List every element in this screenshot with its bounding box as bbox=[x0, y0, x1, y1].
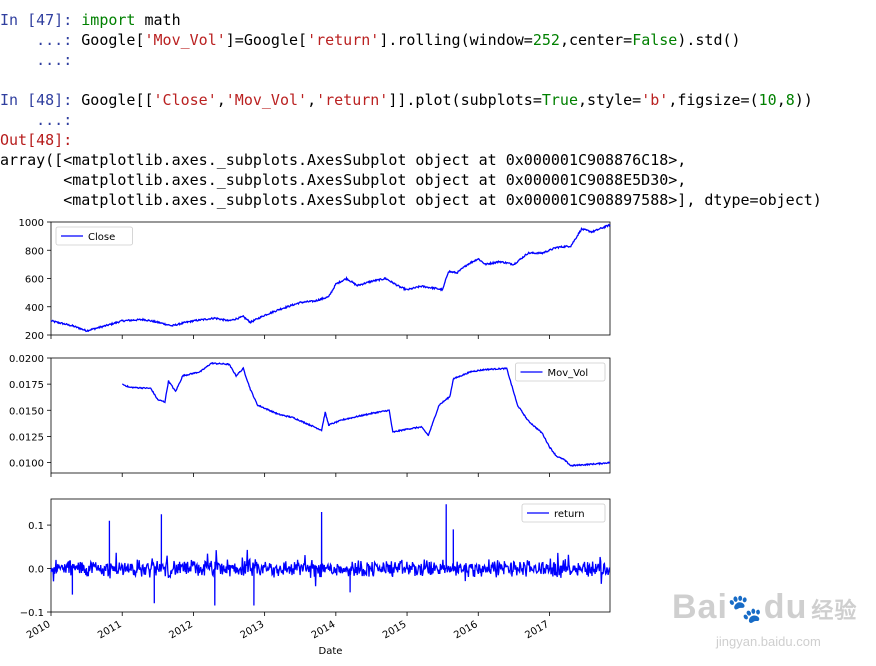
code-token: 'return' bbox=[307, 31, 380, 49]
y-tick-label: 800 bbox=[25, 246, 44, 257]
y-tick-label: 0.0125 bbox=[9, 432, 44, 443]
x-tick-label: 2010 bbox=[25, 619, 53, 641]
x-tick-label: 2016 bbox=[452, 619, 480, 641]
series-line-close bbox=[50, 223, 611, 333]
code-token: import bbox=[81, 11, 136, 29]
code-line: In [48]: Google[['Close','Mov_Vol','retu… bbox=[0, 90, 813, 110]
y-tick-label: 0.0 bbox=[28, 565, 44, 576]
output-line: <matplotlib.axes._subplots.AxesSubplot o… bbox=[0, 191, 822, 209]
code-token: 'Mov_Vol' bbox=[144, 31, 226, 49]
output-line: array([<matplotlib.axes._subplots.AxesSu… bbox=[0, 151, 687, 169]
y-tick-label: 0.0200 bbox=[9, 354, 44, 365]
y-tick-label: 400 bbox=[25, 303, 44, 314]
watermark-url: jingyan.baidu.com bbox=[716, 634, 821, 649]
y-tick-label: 0.0150 bbox=[9, 406, 44, 417]
code-token: 8 bbox=[785, 91, 795, 109]
x-tick-label: 2012 bbox=[167, 619, 195, 641]
legend-label: Mov_Vol bbox=[548, 368, 589, 379]
code-token: math bbox=[135, 11, 181, 29]
code-line: In [47]: import math bbox=[0, 10, 181, 30]
y-tick-label: 0.0175 bbox=[9, 380, 44, 391]
code-token: ,figsize=( bbox=[668, 91, 759, 109]
code-token: 'b' bbox=[641, 91, 669, 109]
code-token: 252 bbox=[532, 31, 560, 49]
code-token: )) bbox=[794, 91, 813, 109]
output-line: <matplotlib.axes._subplots.AxesSubplot o… bbox=[0, 171, 687, 189]
code-token: 'return' bbox=[316, 91, 389, 109]
code-token: , bbox=[307, 91, 317, 109]
code-token: ,style= bbox=[578, 91, 642, 109]
y-tick-label: 1000 bbox=[19, 218, 44, 229]
code-line: ...: bbox=[0, 110, 81, 130]
y-tick-label: −0.1 bbox=[20, 608, 44, 619]
output-prompt: Out[48]: bbox=[0, 131, 73, 149]
code-token: 'Close' bbox=[153, 91, 217, 109]
x-tick-label: 2013 bbox=[239, 619, 267, 641]
y-tick-label: 600 bbox=[25, 275, 44, 286]
code-token: 10 bbox=[758, 91, 777, 109]
continuation-prompt: ...: bbox=[0, 31, 82, 49]
continuation-prompt: ...: bbox=[0, 51, 82, 69]
watermark-logo: Bai🐾du 经验 bbox=[672, 588, 858, 626]
legend-label: return bbox=[554, 509, 585, 520]
code-token: ]].plot(subplots= bbox=[388, 91, 542, 109]
code-token: Google[[ bbox=[81, 91, 154, 109]
input-prompt: In [47]: bbox=[0, 11, 82, 29]
x-tick-label: 2011 bbox=[96, 619, 124, 641]
x-tick-label: 2015 bbox=[381, 619, 409, 641]
code-token: 'Mov_Vol' bbox=[225, 91, 308, 109]
y-tick-label: 0.0100 bbox=[9, 459, 44, 470]
code-token: , bbox=[216, 91, 226, 109]
code-token: ).std() bbox=[677, 31, 741, 49]
code-token: False bbox=[632, 31, 678, 49]
code-token: , bbox=[776, 91, 786, 109]
y-tick-label: 0.1 bbox=[28, 521, 44, 532]
code-token: ]=Google[ bbox=[225, 31, 308, 49]
code-line: ...: bbox=[0, 50, 81, 70]
code-line: ...: Google['Mov_Vol']=Google['return'].… bbox=[0, 30, 741, 50]
code-token: ,center= bbox=[559, 31, 633, 49]
y-tick-label: 200 bbox=[25, 331, 44, 342]
x-axis-label: Date bbox=[319, 646, 343, 657]
axes-frame bbox=[50, 221, 611, 336]
code-token: ].rolling(window= bbox=[379, 31, 533, 49]
x-tick-label: 2017 bbox=[523, 619, 551, 641]
x-tick-label: 2014 bbox=[310, 619, 338, 641]
legend-label: Close bbox=[88, 232, 115, 243]
code-token: Google[ bbox=[81, 31, 145, 49]
continuation-prompt: ...: bbox=[0, 111, 82, 129]
input-prompt: In [48]: bbox=[0, 91, 82, 109]
code-token: True bbox=[541, 91, 578, 109]
